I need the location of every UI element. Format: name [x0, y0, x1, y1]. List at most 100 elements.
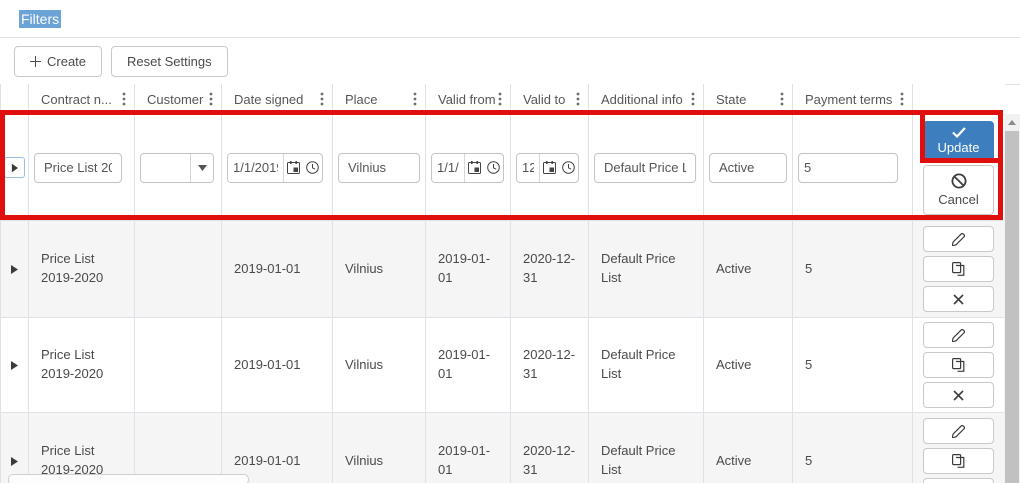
column-menu-icon[interactable] [120, 90, 128, 108]
plus-icon [30, 55, 41, 67]
delete-row-button[interactable] [923, 478, 994, 483]
row-actions-cell [913, 318, 1004, 412]
delete-row-button[interactable] [923, 382, 994, 408]
edit-row-button[interactable] [923, 322, 994, 348]
column-menu-icon[interactable] [496, 90, 504, 108]
ban-icon [951, 173, 966, 188]
column-title: Additional info [601, 91, 683, 107]
cell-state: Active [704, 413, 793, 483]
cancel-button[interactable]: Cancel [923, 164, 994, 215]
vertical-scrollbar-thumb[interactable] [1005, 131, 1019, 483]
cell-valid-to: 2020-12-31 [511, 221, 589, 317]
valid-from-input[interactable] [432, 153, 465, 182]
vertical-scrollbar[interactable] [1004, 114, 1020, 483]
column-menu-icon[interactable] [574, 90, 582, 108]
column-menu-icon[interactable] [898, 90, 906, 108]
column-menu-icon[interactable] [689, 90, 697, 108]
copy-row-button[interactable] [923, 448, 994, 474]
calendar-icon[interactable] [284, 154, 303, 182]
row-actions-cell [913, 221, 1004, 317]
reset-settings-button[interactable]: Reset Settings [111, 45, 228, 77]
pencil-icon [952, 232, 965, 246]
triangle-right-icon [11, 456, 18, 466]
column-menu-icon[interactable] [778, 90, 786, 108]
column-header-payment-terms: Payment terms [793, 84, 913, 114]
delete-row-button[interactable] [923, 286, 994, 312]
triangle-right-icon [11, 264, 18, 274]
column-menu-icon[interactable] [207, 90, 215, 108]
payment-terms-input[interactable] [798, 152, 898, 183]
cell-additional-info: Default Price List [589, 413, 704, 483]
valid-to-input[interactable] [517, 153, 540, 182]
place-input[interactable] [338, 152, 420, 183]
dropdown-toggle-button[interactable] [190, 153, 213, 182]
column-title: Place [345, 91, 378, 107]
cell-state: Active [704, 221, 793, 317]
contracts-grid: Contract n... Customer Date signed Place… [0, 84, 1005, 483]
state-input[interactable] [709, 152, 787, 183]
column-header-valid-to: Valid to [511, 84, 589, 114]
edit-cell-valid-from [426, 115, 511, 220]
horizontal-scrollbar-thumb[interactable] [8, 474, 249, 483]
customer-input[interactable] [141, 153, 190, 182]
cell-place: Vilnius [333, 221, 426, 317]
date-signed-input[interactable] [228, 153, 284, 182]
check-icon [951, 126, 966, 138]
date-signed-picker[interactable] [227, 152, 323, 183]
column-header-date-signed: Date signed [222, 84, 333, 114]
grid-edit-row: Update Cancel [1, 115, 1005, 221]
x-icon [953, 389, 964, 401]
customer-dropdown[interactable] [140, 152, 214, 183]
calendar-icon[interactable] [465, 154, 484, 182]
column-menu-icon[interactable] [411, 90, 419, 108]
cell-valid-to: 2020-12-31 [511, 318, 589, 412]
create-button[interactable]: Create [14, 45, 103, 77]
triangle-right-icon [11, 163, 18, 172]
filters-label: Filters [19, 9, 62, 28]
caret-down-icon [197, 164, 207, 171]
row-expand-arrow[interactable] [11, 264, 18, 274]
x-icon [953, 293, 964, 305]
header-actions-column [913, 84, 1004, 114]
column-header-contract: Contract n... [29, 84, 135, 114]
cell-additional-info: Default Price List [589, 221, 704, 317]
create-button-label: Create [47, 53, 87, 69]
column-title: Valid to [523, 91, 566, 107]
reset-settings-label: Reset Settings [127, 53, 212, 69]
column-title: Payment terms [805, 91, 893, 107]
valid-from-picker[interactable] [431, 152, 504, 183]
row-expand-arrow[interactable] [11, 456, 18, 466]
column-header-valid-from: Valid from [426, 84, 511, 114]
edit-cell-customer [135, 115, 222, 220]
cell-valid-from: 2019-01-01 [426, 413, 511, 483]
update-button[interactable]: Update [923, 120, 994, 161]
copy-icon [952, 262, 965, 276]
copy-icon [952, 358, 965, 372]
additional-info-input[interactable] [594, 152, 696, 183]
valid-to-picker[interactable] [516, 152, 579, 183]
pencil-icon [952, 328, 965, 342]
edit-row-button[interactable] [923, 226, 994, 252]
copy-icon [952, 454, 965, 468]
clock-icon[interactable] [484, 154, 503, 182]
update-button-label: Update [937, 139, 980, 155]
cell-additional-info: Default Price List [589, 318, 704, 412]
edit-row-button[interactable] [923, 418, 994, 444]
scroll-up-button[interactable] [1004, 114, 1020, 130]
clock-icon[interactable] [559, 154, 578, 182]
column-menu-icon[interactable] [318, 90, 326, 108]
edit-cell-place [333, 115, 426, 220]
row-expand-button[interactable] [4, 157, 25, 178]
cell-customer [135, 221, 222, 317]
table-row: Price List 2019-2020 2019-01-01 Vilnius … [1, 318, 1005, 413]
row-expander-cell [1, 413, 29, 483]
copy-row-button[interactable] [923, 352, 994, 378]
contract-name-input[interactable] [34, 152, 122, 183]
column-header-place: Place [333, 84, 426, 114]
edit-cell-date-signed [222, 115, 333, 220]
row-expand-arrow[interactable] [11, 360, 18, 370]
clock-icon[interactable] [303, 154, 322, 182]
pencil-icon [952, 424, 965, 438]
calendar-icon[interactable] [540, 154, 559, 182]
copy-row-button[interactable] [923, 256, 994, 282]
